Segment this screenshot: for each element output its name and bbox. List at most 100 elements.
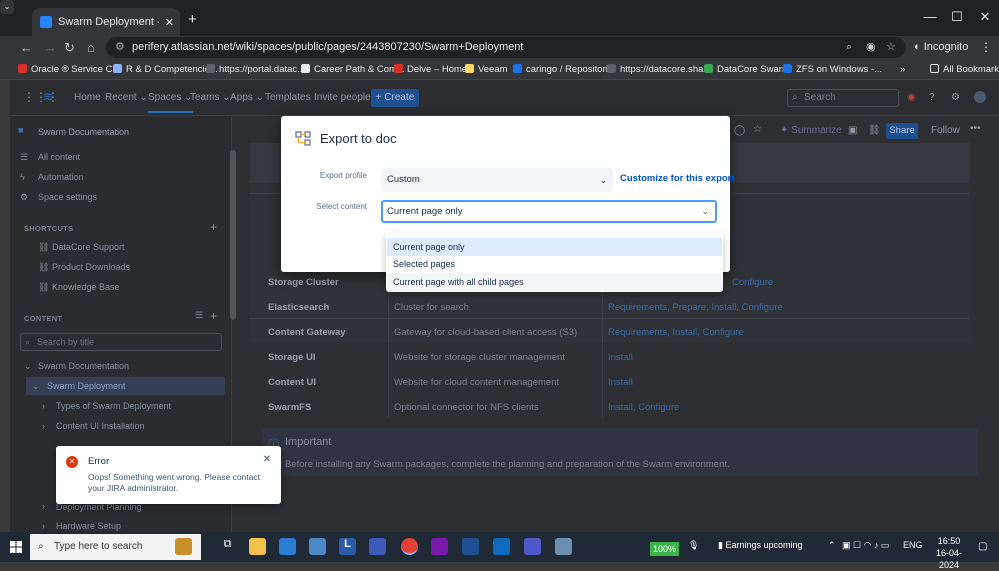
settings-icon[interactable]: ⚙ [951,92,960,103]
tree-item[interactable]: Hardware Setup [56,521,121,531]
create-button[interactable]: + Create [371,89,419,107]
address-bar[interactable]: ⚙ perifery.atlassian.net/wiki/spaces/pub… [106,37,906,58]
task-view-icon[interactable]: ⧉ [219,538,236,555]
mail-icon[interactable] [309,538,326,555]
bookmark-star-icon[interactable]: ☆ [886,37,896,58]
shortcut-item[interactable]: DataCore Support [52,242,125,252]
bookmark-item[interactable]: DataCore Swarm [704,64,790,75]
bookmark-item[interactable]: Delve – Home [394,64,467,75]
battery-indicator[interactable]: 100% [650,542,680,556]
nav-home[interactable]: Home [74,92,101,103]
select-content-select[interactable]: Current page only ⌄ [381,200,717,223]
shortcut-item[interactable]: Product Downloads [52,262,130,272]
notifications-icon[interactable]: ◉ [907,92,916,103]
chevron-right-icon[interactable]: › [42,421,45,431]
table-row-links[interactable]: Install [608,377,633,388]
chevron-right-icon[interactable]: › [42,521,45,531]
new-tab-button[interactable]: + [188,11,197,28]
archive-icon[interactable]: ▣ [848,125,857,136]
more-actions-icon[interactable]: ••• [970,123,981,134]
browser-tab[interactable]: Swarm Deployment - Swarm Do ✕ [32,8,180,36]
nav-recent[interactable]: Recent ⌄ [105,92,148,103]
tree-item[interactable]: Types of Swarm Deployment [56,401,171,411]
remote-desktop-icon[interactable] [555,538,572,555]
table-row-links[interactable]: Requirements, Install, Configure [608,327,744,338]
nav-templates[interactable]: Templates [265,92,311,103]
search-input[interactable]: ⌕ Search [787,89,899,107]
browser-menu-icon[interactable]: ⋮ [980,40,992,54]
outlook-icon[interactable] [493,538,510,555]
notification-center-icon[interactable]: ▢ [978,541,987,552]
nav-teams[interactable]: Teams ⌄ [190,92,231,103]
chevron-down-icon[interactable]: ⌄ [32,381,40,392]
tree-item[interactable]: Content UI Installation [56,421,145,431]
table-row-links[interactable]: Install, Configure [608,402,679,413]
tray-icons[interactable]: ▣ ☐ ◠ ♪ ▭ [842,540,889,551]
show-hidden-icons[interactable]: ⌃ [828,540,836,551]
close-window-button[interactable]: ✕ [975,9,995,25]
all-bookmarks[interactable]: All Bookmarks [930,64,999,75]
share-button[interactable]: Share [886,123,918,139]
shortcut-item[interactable]: Knowledge Base [52,282,120,292]
option-selected-pages[interactable]: Selected pages [387,255,722,273]
bookmark-item[interactable]: Veeam [465,64,508,75]
back-button[interactable]: ← [20,40,33,55]
bookmark-item[interactable]: ZFS on Windows -... [783,64,882,75]
more-bookmarks-button[interactable]: » [900,64,905,75]
zoom-icon[interactable]: ⌕ [846,37,852,58]
filter-icon[interactable]: ☰ [195,310,203,321]
table-row-links[interactable]: Configure [732,277,773,288]
store-icon[interactable] [279,538,296,555]
minimize-button[interactable]: — [920,9,940,24]
onenote-icon[interactable] [431,538,448,555]
tree-item[interactable]: Swarm Documentation [38,361,129,371]
follow-button[interactable]: Follow [931,125,960,136]
file-explorer-icon[interactable] [249,538,266,555]
site-info-icon[interactable]: ⚙ [115,37,125,58]
news-widget[interactable]: ▮ Earnings upcoming [718,540,803,551]
chevron-down-icon[interactable]: ⌄ [24,361,32,372]
table-row-links[interactable]: Install [608,352,633,363]
option-current-page-with-children[interactable]: Current page with all child pages [387,273,722,291]
star-icon[interactable]: ☆ [753,124,762,135]
tree-item-selected[interactable]: Swarm Deployment [47,381,126,391]
chrome-icon[interactable] [401,538,418,555]
sidebar-item-all-content[interactable]: All content [38,152,80,162]
home-button[interactable]: ⌂ [87,40,95,55]
language-indicator[interactable]: ENG [903,540,923,550]
bookmark-item[interactable]: https://portal.datac... [206,64,305,75]
table-row-links[interactable]: Requirements, Prepare, Install, Configur… [608,302,783,313]
bookmark-item[interactable]: Oracle ® Service Cl... [18,64,122,75]
windows-start-icon[interactable] [10,541,22,553]
app-icon[interactable] [369,538,386,555]
sidebar-item-automation[interactable]: Automation [38,172,84,182]
nav-spaces[interactable]: Spaces ⌄ [148,92,193,113]
teams-icon[interactable] [524,538,541,555]
confluence-logo-icon[interactable]: ≋ [43,89,54,105]
add-shortcut-icon[interactable]: + [210,220,217,234]
space-name[interactable]: Swarm Documentation [38,127,129,137]
tab-list-button[interactable]: ⌄ [0,0,14,14]
nav-apps[interactable]: Apps ⌄ [230,92,264,103]
bookmark-item[interactable]: caringo / Repositori... [513,64,616,75]
maximize-button[interactable]: ☐ [947,9,967,25]
export-profile-select[interactable]: Custom ⌄ [381,168,613,192]
link-icon[interactable]: ⛓ [868,125,881,136]
customize-export-link[interactable]: Customize for this export [620,173,735,184]
forward-button[interactable]: → [44,40,57,55]
content-filter-input[interactable]: ⌕ Search by title [20,333,222,351]
comment-icon[interactable]: ◯ [734,125,745,136]
app-icon[interactable] [462,538,479,555]
reload-button[interactable]: ↻ [64,40,75,56]
bookmark-item[interactable]: https://datacore.sha... [607,64,711,75]
summarize-button[interactable]: ✦ Summarize [780,125,842,136]
chevron-right-icon[interactable]: › [42,401,45,411]
content-header[interactable]: CONTENT [24,314,62,323]
sidebar-item-space-settings[interactable]: Space settings [38,192,97,202]
tracking-protection-icon[interactable]: ◉ [866,37,876,58]
avatar[interactable] [974,91,986,103]
sidebar-scrollbar[interactable] [230,150,236,320]
help-icon[interactable]: ? [929,92,935,103]
nav-invite-people[interactable]: Invite people [314,92,371,103]
clock[interactable]: 16:50 16-04-2024 [928,535,970,571]
